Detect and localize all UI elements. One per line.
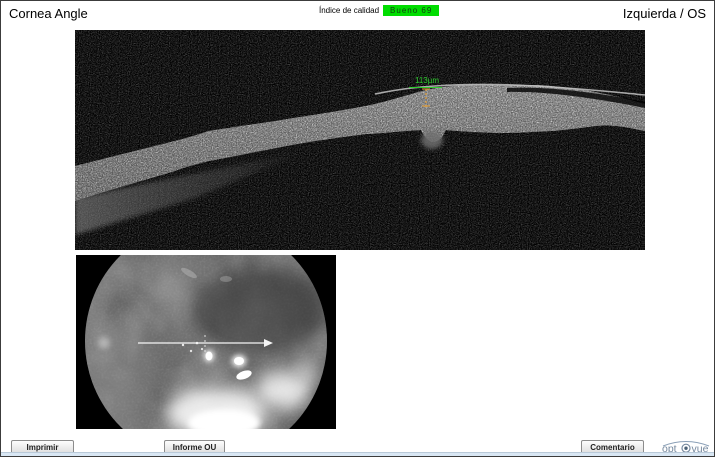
app-window: Cornea Angle Índice de calidad Bueno 69 … xyxy=(0,0,715,457)
bottom-strip xyxy=(1,452,714,456)
quality-index-badge: Bueno 69 xyxy=(383,5,439,16)
page-title: Cornea Angle xyxy=(9,6,88,21)
oct-bscan-render xyxy=(75,30,645,250)
oct-bscan-image: 113µm xyxy=(75,30,645,250)
measurement-label: 113µm xyxy=(409,76,445,85)
quality-index: Índice de calidad Bueno 69 xyxy=(319,5,439,16)
logo-pupil-icon xyxy=(684,447,687,450)
iris-camera-render xyxy=(76,255,336,429)
eye-laterality-label: Izquierda / OS xyxy=(623,6,706,21)
stromal-bump xyxy=(421,131,443,149)
quality-index-label: Índice de calidad xyxy=(319,6,379,15)
iris-camera-image xyxy=(76,255,336,429)
